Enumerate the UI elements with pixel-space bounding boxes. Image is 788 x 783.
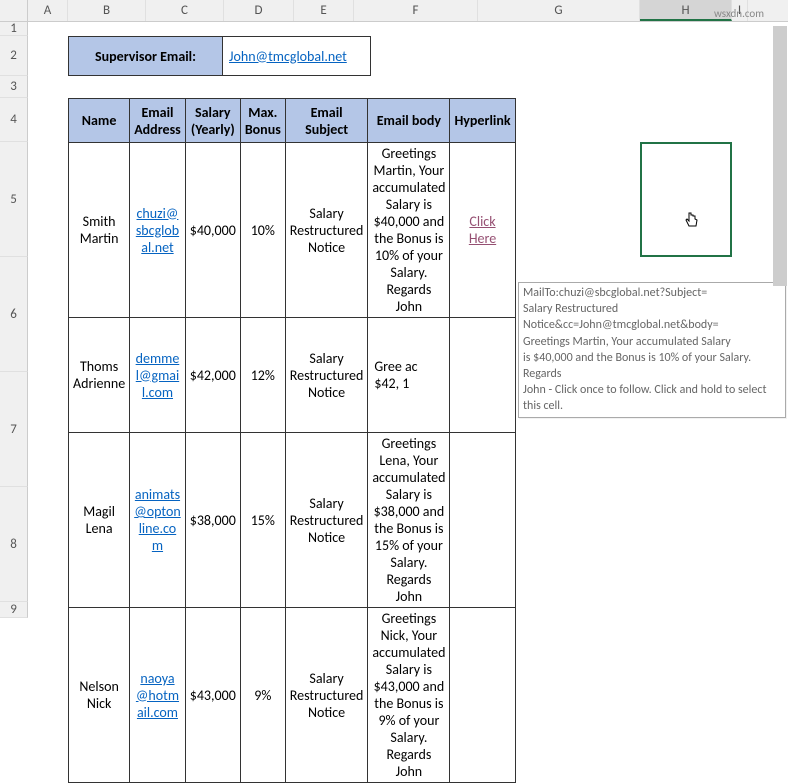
table-row: Smith Martin chuzi@sbcglobal.net $40,000… — [69, 143, 516, 318]
select-all-corner[interactable] — [0, 0, 28, 21]
cell-email[interactable]: naoya@hotmail.com — [130, 608, 186, 783]
col-A[interactable]: A — [28, 0, 68, 21]
tooltip-line: MailTo:chuzi@sbcglobal.net?Subject= — [523, 286, 707, 300]
email-link[interactable]: demmel@gmail.com — [136, 350, 180, 401]
cell-body[interactable]: Greetings Nick, Your accumulated Salary … — [368, 608, 450, 783]
tooltip-line: Greetings Martin, Your accumulated Salar… — [523, 335, 731, 349]
watermark: wsxdn.com — [714, 7, 764, 20]
cell-hyperlink[interactable] — [450, 608, 515, 783]
cell-salary[interactable]: $42,000 — [185, 318, 240, 433]
header-hyperlink[interactable]: Hyperlink — [450, 99, 515, 143]
hyperlink-tooltip: MailTo:chuzi@sbcglobal.net?Subject= Sala… — [518, 282, 786, 418]
supervisor-label: Supervisor Email: — [68, 36, 223, 76]
row-7[interactable]: 7 — [0, 372, 28, 487]
header-name[interactable]: Name — [69, 99, 130, 143]
cell-bonus[interactable]: 9% — [240, 608, 285, 783]
supervisor-email-link[interactable]: John@tmcglobal.net — [229, 48, 347, 65]
row-4[interactable]: 4 — [0, 98, 28, 142]
tooltip-line: Notice&cc=John@tmcglobal.net&body= — [523, 318, 719, 332]
cell-subject[interactable]: Salary Restructured Notice — [285, 318, 368, 433]
supervisor-row: Supervisor Email: John@tmcglobal.net — [68, 36, 371, 76]
header-salary[interactable]: Salary (Yearly) — [185, 99, 240, 143]
cell-email[interactable]: animats@optonline.com — [130, 433, 186, 608]
email-link[interactable]: animats@optonline.com — [134, 486, 180, 554]
table-row: Nelson Nick naoya@hotmail.com $43,000 9%… — [69, 608, 516, 783]
cell-email[interactable]: chuzi@sbcglobal.net — [130, 143, 186, 318]
supervisor-email-cell[interactable]: John@tmcglobal.net — [223, 36, 371, 76]
row-8[interactable]: 8 — [0, 487, 28, 602]
cell-bonus[interactable]: 15% — [240, 433, 285, 608]
cell-name[interactable]: Smith Martin — [69, 143, 130, 318]
cell-selection — [640, 142, 732, 257]
cell-subject[interactable]: Salary Restructured Notice — [285, 143, 368, 318]
cell-name[interactable]: Thoms Adrienne — [69, 318, 130, 433]
cell-body[interactable]: Greetings Lena, Your accumulated Salary … — [368, 433, 450, 608]
header-row: Name Email Address Salary (Yearly) Max. … — [69, 99, 516, 143]
row-3[interactable]: 3 — [0, 76, 28, 98]
column-headers: A B C D E F G H I — [0, 0, 788, 22]
header-body[interactable]: Email body — [368, 99, 450, 143]
cell-email[interactable]: demmel@gmail.com — [130, 318, 186, 433]
click-here-link[interactable]: Click Here — [469, 213, 496, 247]
tooltip-line: is $40,000 and the Bonus is 10% of your … — [523, 351, 751, 365]
row-1[interactable]: 1 — [0, 22, 28, 36]
table-row: Thoms Adrienne demmel@gmail.com $42,000 … — [69, 318, 516, 433]
col-C[interactable]: C — [146, 0, 224, 21]
cell-salary[interactable]: $43,000 — [185, 608, 240, 783]
header-bonus[interactable]: Max. Bonus — [240, 99, 285, 143]
tooltip-line: John - Click once to follow. Click and h… — [523, 383, 766, 413]
col-B[interactable]: B — [68, 0, 146, 21]
cell-body[interactable]: Greetings Martin, Your accumulated Salar… — [368, 143, 450, 318]
row-5[interactable]: 5 — [0, 142, 28, 257]
col-D[interactable]: D — [224, 0, 294, 21]
cell-bonus[interactable]: 12% — [240, 318, 285, 433]
cell-salary[interactable]: $40,000 — [185, 143, 240, 318]
hand-cursor-icon — [684, 212, 700, 234]
cell-subject[interactable]: Salary Restructured Notice — [285, 608, 368, 783]
col-E[interactable]: E — [294, 0, 354, 21]
col-G[interactable]: G — [478, 0, 640, 21]
cell-salary[interactable]: $38,000 — [185, 433, 240, 608]
header-email[interactable]: Email Address — [130, 99, 186, 143]
cell-bonus[interactable]: 10% — [240, 143, 285, 318]
row-2[interactable]: 2 — [0, 36, 28, 76]
tooltip-line: Salary Restructured — [523, 302, 618, 316]
col-F[interactable]: F — [354, 0, 478, 21]
row-6[interactable]: 6 — [0, 257, 28, 372]
tooltip-line: Regards — [523, 367, 561, 381]
email-link[interactable]: naoya@hotmail.com — [136, 670, 179, 721]
scrollbar-thumb[interactable] — [773, 26, 787, 286]
cell-hyperlink[interactable] — [450, 433, 515, 608]
cell-hyperlink[interactable]: Click Here — [450, 143, 515, 318]
cell-body[interactable]: Gree ac $42, 1 — [368, 318, 450, 433]
cell-subject[interactable]: Salary Restructured Notice — [285, 433, 368, 608]
email-link[interactable]: chuzi@sbcglobal.net — [136, 205, 179, 256]
cell-hyperlink[interactable] — [450, 318, 515, 433]
table-row: Magil Lena animats@optonline.com $38,000… — [69, 433, 516, 608]
cell-name[interactable]: Magil Lena — [69, 433, 130, 608]
header-subject[interactable]: Email Subject — [285, 99, 368, 143]
data-table: Name Email Address Salary (Yearly) Max. … — [68, 98, 516, 783]
row-9[interactable]: 9 — [0, 602, 28, 618]
row-headers: 1 2 3 4 5 6 7 8 9 — [0, 22, 28, 618]
cell-name[interactable]: Nelson Nick — [69, 608, 130, 783]
